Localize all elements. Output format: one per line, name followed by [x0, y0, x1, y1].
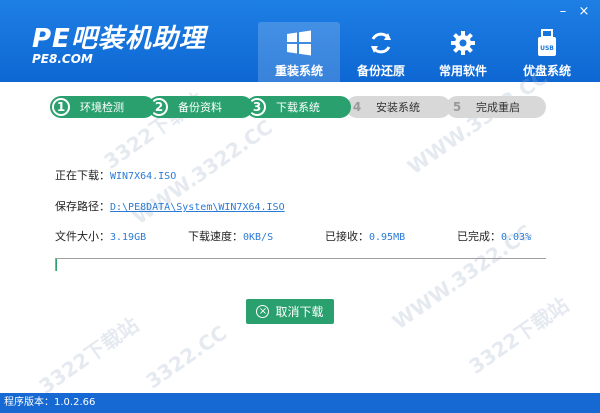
step-env-check: 1 环境检测	[50, 96, 155, 118]
step-install-system: 4 安装系统	[346, 96, 451, 118]
downloading-row: 正在下载：WIN7X64.ISO	[55, 167, 176, 183]
watermark: 3322下载站	[464, 292, 573, 379]
cancel-download-label: 取消下载	[275, 305, 324, 319]
step-backup-data: 2 备份资料	[148, 96, 253, 118]
step-download-system: 3 下载系统	[246, 96, 351, 118]
close-button[interactable]: ×	[574, 4, 594, 20]
watermark: WWW.3322.CC	[403, 64, 552, 180]
app-logo: PE吧装机助理	[32, 24, 206, 54]
completed-label: 已完成：	[457, 230, 501, 243]
download-progress-bar	[55, 258, 546, 271]
minimize-button[interactable]: –	[553, 4, 573, 20]
cancel-download-button[interactable]: × 取消下载	[246, 299, 334, 324]
file-size-value: 3.19GB	[110, 232, 147, 243]
nav-common-software[interactable]: 常用软件	[422, 22, 504, 82]
windows-icon	[258, 28, 340, 58]
watermark: 3322下载站	[34, 312, 143, 399]
close-circle-icon: ×	[256, 305, 270, 318]
completed-row: 已完成：0.03%	[457, 228, 531, 244]
received-label: 已接收：	[325, 230, 369, 243]
file-size-label: 文件大小：	[55, 230, 110, 243]
nav-label: 优盘系统	[522, 64, 571, 78]
nav-backup-restore[interactable]: 备份还原	[340, 22, 422, 82]
usb-icon: USB	[506, 28, 588, 58]
title-bar: PE吧装机助理 PE8.COM – × 重装系统 备份还原 常用软件 USB 优…	[0, 0, 600, 82]
gear-icon	[422, 28, 504, 58]
watermark: 3322.CC	[141, 320, 232, 394]
received-row: 已接收：0.95MB	[325, 228, 405, 244]
app-logo-sub: PE8.COM	[32, 52, 93, 66]
nav-label: 常用软件	[438, 64, 487, 78]
completed-value: 0.03%	[501, 232, 532, 243]
refresh-icon	[340, 28, 422, 58]
nav-label: 重装系统	[274, 64, 323, 78]
speed-label: 下载速度：	[188, 230, 243, 243]
downloading-value: WIN7X64.ISO	[110, 171, 177, 182]
received-value: 0.95MB	[369, 232, 406, 243]
save-path-label: 保存路径：	[55, 200, 110, 213]
version-text: 程序版本：1.0.2.66	[4, 397, 96, 408]
file-size-row: 文件大小：3.19GB	[55, 228, 146, 244]
nav-usb-system[interactable]: USB 优盘系统	[506, 22, 588, 82]
speed-row: 下载速度：0KB/S	[188, 228, 273, 244]
save-path-link[interactable]: D:\PE8DATA\System\WIN7X64.ISO	[110, 202, 285, 213]
nav-label: 备份还原	[356, 64, 405, 78]
svg-text:USB: USB	[540, 45, 554, 52]
save-path-row: 保存路径：D:\PE8DATA\System\WIN7X64.ISO	[55, 198, 285, 214]
downloading-label: 正在下载：	[55, 169, 110, 182]
step-finish-restart: 5 完成重启	[446, 96, 546, 118]
status-bar: 程序版本：1.0.2.66	[0, 393, 600, 413]
speed-value: 0KB/S	[243, 232, 274, 243]
nav-reinstall-system[interactable]: 重装系统	[258, 22, 340, 82]
